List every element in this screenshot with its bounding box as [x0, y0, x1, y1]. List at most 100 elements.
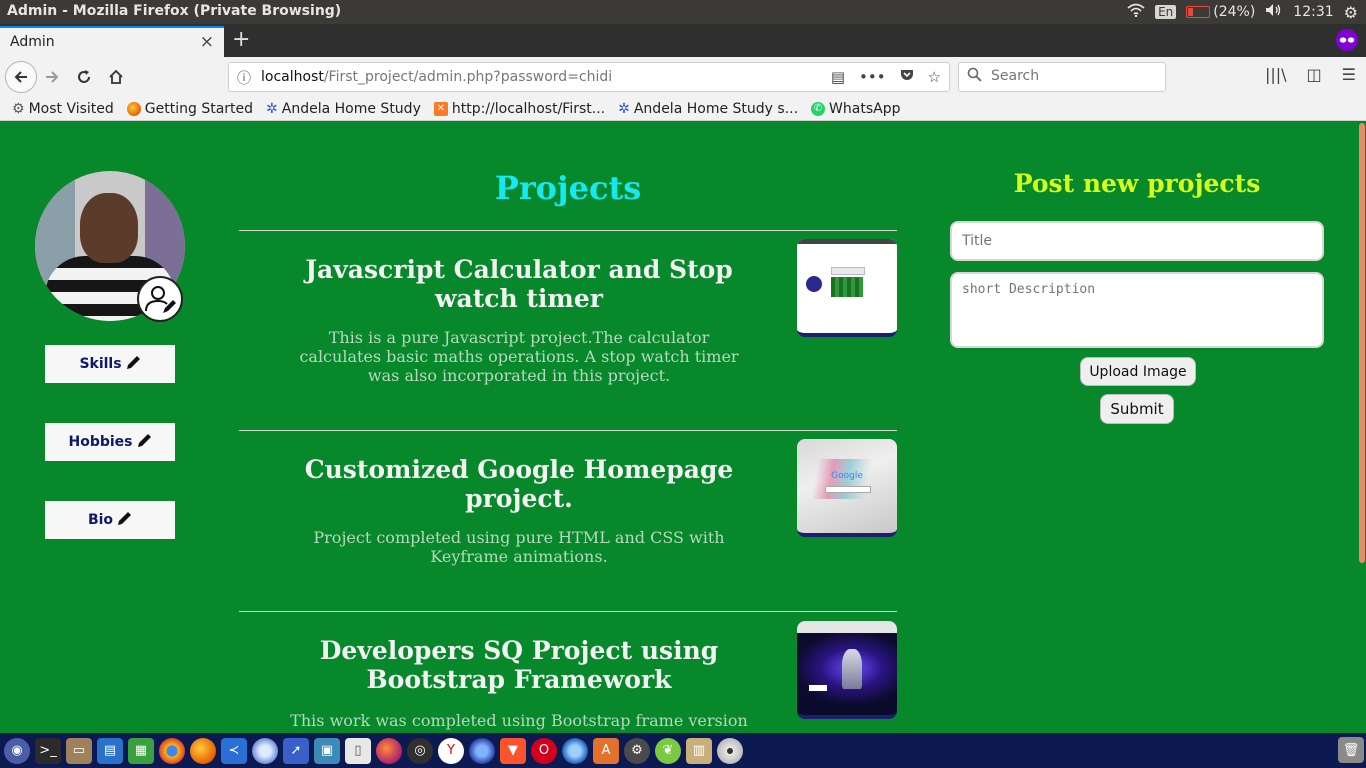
chrome-icon[interactable]: [159, 737, 185, 764]
project-thumbnail-google[interactable]: Google: [797, 439, 897, 537]
page-actions-icon[interactable]: •••: [859, 68, 886, 86]
upload-image-button[interactable]: Upload Image: [1080, 357, 1196, 386]
new-tab-button[interactable]: +: [232, 27, 250, 52]
battery-indicator[interactable]: (24%): [1186, 4, 1255, 20]
bookmark-localhost[interactable]: ✕ http://localhost/First...: [433, 101, 605, 117]
battery-icon: [1186, 6, 1211, 18]
firefox-nightly-icon[interactable]: [469, 737, 495, 764]
project-title-input[interactable]: [950, 221, 1324, 261]
sidebar-toggle-icon[interactable]: ◫: [1307, 65, 1322, 84]
pocket-icon[interactable]: [900, 68, 914, 86]
software-center-icon[interactable]: A: [593, 737, 619, 764]
bookmark-label: Andela Home Study s...: [633, 100, 799, 117]
files-icon[interactable]: ▭: [66, 737, 92, 764]
xampp-icon: ✕: [433, 101, 448, 116]
search-input[interactable]: [989, 67, 1158, 85]
home-button[interactable]: [102, 63, 130, 91]
reload-button[interactable]: [70, 63, 98, 91]
clock[interactable]: 12:31: [1293, 4, 1333, 20]
page-scrollbar[interactable]: [1357, 121, 1366, 733]
vscode-icon[interactable]: ≺: [221, 737, 247, 764]
disc-icon[interactable]: [717, 737, 743, 764]
andela-icon: ✲: [266, 100, 278, 117]
terminal-icon[interactable]: >_: [35, 737, 61, 764]
url-bar[interactable]: ⓘ localhost/First_project/admin.php?pass…: [228, 62, 950, 92]
bookmark-star-icon[interactable]: ☆: [928, 68, 941, 86]
system-tray: En (24%) 12:31 ⚙: [1127, 0, 1358, 24]
submit-button[interactable]: Submit: [1100, 394, 1174, 424]
project-title: Customized Google Homepage project.: [304, 455, 734, 513]
thumb-trophy: [842, 649, 862, 689]
library-icon[interactable]: |||\: [1265, 65, 1287, 84]
bookmark-getting-started[interactable]: Getting Started: [126, 100, 254, 117]
hobbies-button[interactable]: Hobbies: [45, 423, 175, 461]
bookmark-most-visited[interactable]: ⚙ Most Visited: [12, 101, 114, 117]
thumb-navbar: [797, 621, 897, 633]
archive-icon[interactable]: ▥: [686, 737, 712, 764]
calc-icon[interactable]: ▦: [128, 737, 154, 764]
keyboard-layout-indicator[interactable]: En: [1155, 5, 1177, 19]
settings-gear-icon[interactable]: ⚙: [1344, 3, 1358, 22]
firefox-icon[interactable]: [190, 737, 216, 764]
chromium-icon[interactable]: [252, 737, 278, 764]
synaptic-icon[interactable]: ➚: [283, 737, 309, 764]
settings-icon[interactable]: ⚙: [624, 737, 650, 764]
projects-heading: Projects: [494, 169, 642, 207]
bio-button[interactable]: Bio: [45, 501, 175, 539]
brave-icon[interactable]: ▼: [500, 737, 526, 764]
yandex-icon[interactable]: Y: [438, 737, 464, 764]
tab-close-icon[interactable]: ×: [200, 32, 214, 52]
opera-icon[interactable]: O: [531, 737, 557, 764]
bookmark-andela-home-study-s[interactable]: ✲ Andela Home Study s...: [618, 101, 798, 117]
tab-title: Admin: [10, 34, 55, 50]
project-description-input[interactable]: [950, 272, 1324, 348]
obs-icon[interactable]: ◎: [407, 737, 433, 764]
document-icon[interactable]: ▯: [345, 737, 371, 764]
tab-admin[interactable]: Admin ×: [0, 26, 224, 57]
project-description: This is a pure Javascript project.The ca…: [299, 328, 739, 385]
thumb-google-logo: Google: [797, 471, 897, 481]
taskbar: ◉ >_ ▭ ▤ ▦ ≺ ➚ ▣ ▯ ◎ Y ▼ O A ⚙ ❦ ▥ 🗑: [0, 733, 1366, 768]
firefox-dev-icon[interactable]: [376, 737, 402, 764]
edit-avatar-button[interactable]: [137, 276, 183, 322]
project-thumbnail-bootstrap[interactable]: [797, 621, 897, 719]
thumb-stopwatch: [806, 276, 822, 292]
url-text[interactable]: localhost/First_project/admin.php?passwo…: [261, 69, 612, 85]
project-thumbnail-calculator[interactable]: [797, 239, 897, 337]
search-bar[interactable]: [958, 62, 1166, 92]
gear-icon: ⚙: [12, 100, 25, 117]
wifi-icon[interactable]: [1127, 3, 1145, 21]
project-title: Javascript Calculator and Stop watch tim…: [305, 255, 733, 313]
pencil-icon: [126, 355, 141, 374]
trash-icon[interactable]: 🗑: [1338, 737, 1364, 763]
bookmark-label: Andela Home Study: [281, 100, 421, 117]
bookmark-label: WhatsApp: [829, 100, 901, 117]
leaf-icon[interactable]: ❦: [655, 737, 681, 764]
bookmark-label: Most Visited: [28, 100, 114, 117]
url-path: /First_project/admin.php?password=chidi: [323, 69, 613, 85]
bookmark-whatsapp[interactable]: ✆ WhatsApp: [811, 101, 900, 117]
site-info-icon[interactable]: ⓘ: [237, 68, 251, 88]
reader-view-icon[interactable]: ▤: [831, 68, 845, 86]
user-edit-icon: [145, 286, 176, 313]
dash-icon[interactable]: ◉: [4, 737, 30, 764]
scrollbar-thumb[interactable]: [1359, 123, 1365, 563]
forward-button[interactable]: [38, 63, 66, 91]
bookmark-andela-home-study[interactable]: ✲ Andela Home Study: [266, 101, 421, 117]
back-button[interactable]: [5, 61, 37, 93]
thumb-logo-text: Google: [831, 471, 863, 481]
app-icon[interactable]: ▣: [314, 737, 340, 764]
menu-icon[interactable]: ☰: [1342, 65, 1356, 84]
os-top-bar: Admin - Mozilla Firefox (Private Browsin…: [0, 0, 1366, 24]
project-description: This work was completed using Bootstrap …: [290, 711, 748, 730]
toolbar-right: |||\ ◫ ☰: [1265, 65, 1356, 84]
bookmark-label: Getting Started: [144, 100, 254, 117]
volume-icon[interactable]: [1265, 3, 1283, 21]
url-host: localhost: [261, 69, 324, 85]
browser-icon[interactable]: [562, 737, 588, 764]
skills-button[interactable]: Skills: [45, 345, 175, 383]
pencil-icon: [117, 511, 132, 530]
pencil-icon: [137, 433, 152, 452]
writer-icon[interactable]: ▤: [97, 737, 123, 764]
url-actions: ▤ ••• ☆: [831, 68, 941, 86]
